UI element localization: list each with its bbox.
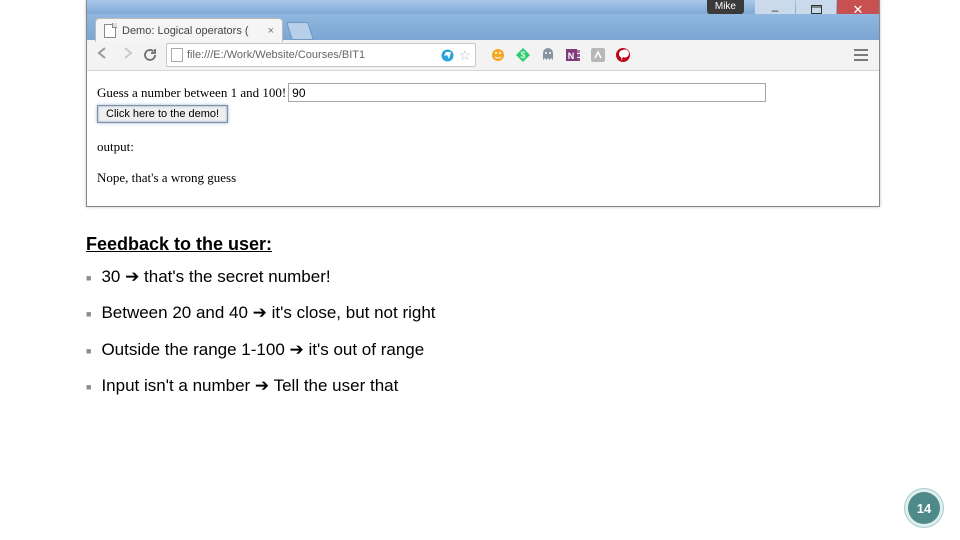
file-icon bbox=[104, 24, 116, 38]
tab-close-icon[interactable]: × bbox=[268, 19, 274, 43]
ghostery-icon[interactable] bbox=[540, 47, 556, 63]
browser-tab[interactable]: Demo: Logical operators ( × bbox=[95, 18, 283, 42]
output-label: output: bbox=[97, 139, 869, 155]
tab-title: Demo: Logical operators ( bbox=[122, 19, 249, 43]
demo-button[interactable]: Click here to the demo! bbox=[97, 105, 228, 123]
slide-body: Feedback to the user: ■30 ➔ that's the s… bbox=[86, 234, 876, 413]
tab-strip: Demo: Logical operators ( × bbox=[87, 14, 879, 40]
menu-button[interactable] bbox=[851, 46, 871, 64]
guess-input[interactable] bbox=[288, 83, 766, 102]
list-item: ■Outside the range 1-100 ➔ it's out of r… bbox=[86, 340, 876, 360]
address-bar[interactable]: file:///E:/Work/Website/Courses/BIT1 ☆ bbox=[166, 43, 476, 67]
pinterest-icon[interactable] bbox=[615, 47, 631, 63]
new-tab-button[interactable] bbox=[286, 22, 314, 40]
browser-window: Mike – ✕ Demo: Logical operators ( × bbox=[86, 0, 880, 207]
reload-button[interactable] bbox=[143, 48, 158, 62]
bookmark-star-icon[interactable]: ☆ bbox=[458, 47, 471, 64]
onenote-icon[interactable]: N bbox=[565, 47, 581, 63]
slide-stage: Mike – ✕ Demo: Logical operators ( × bbox=[0, 0, 960, 540]
page-content: Guess a number between 1 and 100! Click … bbox=[87, 71, 879, 198]
output-message: Nope, that's a wrong guess bbox=[97, 170, 869, 186]
user-badge[interactable]: Mike bbox=[707, 0, 744, 14]
list-item: ■Input isn't a number ➔ Tell the user th… bbox=[86, 376, 876, 396]
list-item: ■30 ➔ that's the secret number! bbox=[86, 267, 876, 287]
site-badge-icon bbox=[441, 49, 454, 62]
window-titlebar: Mike – ✕ bbox=[87, 0, 879, 14]
forward-button[interactable] bbox=[119, 46, 135, 65]
extension-icon-2[interactable]: $ bbox=[515, 47, 531, 63]
back-button[interactable] bbox=[95, 46, 111, 65]
address-text: file:///E:/Work/Website/Courses/BIT1 bbox=[187, 49, 437, 61]
guess-prompt: Guess a number between 1 and 100! bbox=[97, 85, 286, 101]
feedback-list: ■30 ➔ that's the secret number! ■Between… bbox=[86, 267, 876, 397]
svg-text:$: $ bbox=[520, 50, 525, 60]
page-number-badge: 14 bbox=[908, 492, 940, 524]
browser-toolbar: file:///E:/Work/Website/Courses/BIT1 ☆ $… bbox=[87, 40, 879, 71]
extension-icon-5[interactable] bbox=[590, 47, 606, 63]
extension-icon-1[interactable] bbox=[490, 47, 506, 63]
feedback-heading: Feedback to the user: bbox=[86, 234, 876, 255]
svg-text:N: N bbox=[568, 51, 575, 61]
page-icon bbox=[171, 48, 183, 62]
extension-icons: $ N bbox=[490, 47, 631, 63]
list-item: ■Between 20 and 40 ➔ it's close, but not… bbox=[86, 303, 876, 323]
